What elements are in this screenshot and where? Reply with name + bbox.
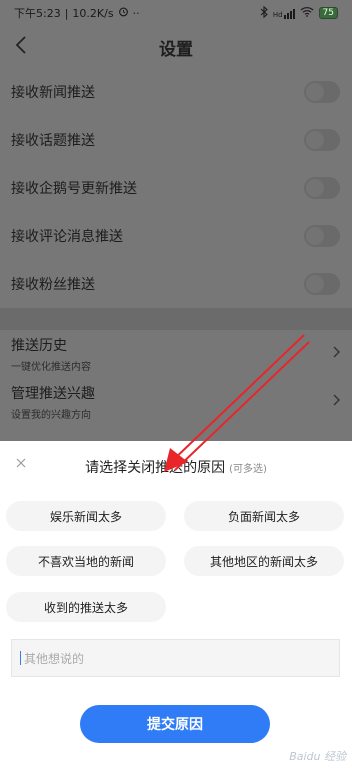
status-bar: 下午5:23 | 10.2K/s ·· Hd 75	[0, 0, 352, 26]
toggle-switch[interactable]	[304, 177, 340, 199]
close-push-reason-sheet: 请选择关闭推送的原因 (可多选) 娱乐新闻太多 负面新闻太多 不喜欢当地的新闻 其…	[0, 441, 352, 770]
alarm-icon	[118, 6, 129, 20]
chevron-right-icon	[332, 346, 340, 362]
sheet-title: 请选择关闭推送的原因 (可多选)	[0, 457, 352, 477]
sheet-title-text: 请选择关闭推送的原因	[85, 460, 226, 476]
settings-list: 接收新闻推送 接收话题推送 接收企鹅号更新推送 接收评论消息推送 接收粉丝推送 …	[0, 68, 352, 426]
submit-reason-button[interactable]: 提交原因	[80, 705, 270, 743]
nav-item-manage-interests[interactable]: 管理推送兴趣 设置我的兴趣方向	[0, 378, 352, 426]
setting-label: 接收粉丝推送	[11, 277, 95, 293]
bluetooth-icon	[260, 5, 268, 21]
toggle-switch[interactable]	[304, 129, 340, 151]
setting-label: 接收企鹅号更新推送	[11, 181, 137, 197]
battery-indicator: 75	[318, 7, 338, 19]
signal-label: Hd	[272, 10, 283, 19]
setting-row-news-push: 接收新闻推送	[0, 68, 352, 116]
toggle-switch[interactable]	[304, 81, 340, 103]
toggle-switch[interactable]	[304, 225, 340, 247]
reason-chip[interactable]: 其他地区的新闻太多	[184, 546, 344, 576]
setting-label: 接收话题推送	[11, 133, 95, 149]
status-dots: ··	[132, 6, 140, 20]
settings-header: 设置	[0, 26, 352, 68]
reason-chip[interactable]: 收到的推送太多	[6, 592, 166, 622]
status-divider: |	[64, 6, 69, 20]
section-divider	[0, 308, 352, 330]
page-title: 设置	[159, 39, 193, 60]
setting-row-topic-push: 接收话题推送	[0, 116, 352, 164]
text-caret	[20, 651, 21, 665]
nav-item-push-history[interactable]: 推送历史 一键优化推送内容	[0, 330, 352, 378]
nav-item-title: 推送历史	[11, 338, 67, 354]
toggle-switch[interactable]	[304, 273, 340, 295]
reason-chip[interactable]: 不喜欢当地的新闻	[6, 546, 166, 576]
setting-row-comment-push: 接收评论消息推送	[0, 212, 352, 260]
input-placeholder: 其他想说的	[24, 651, 85, 666]
multi-select-hint: (可多选)	[229, 464, 267, 475]
nav-item-subtitle: 设置我的兴趣方向	[11, 410, 91, 421]
reason-chip[interactable]: 娱乐新闻太多	[6, 501, 166, 531]
setting-row-penguin-push: 接收企鹅号更新推送	[0, 164, 352, 212]
reason-chip[interactable]: 负面新闻太多	[184, 501, 344, 531]
nav-item-title: 管理推送兴趣	[11, 386, 95, 402]
setting-label: 接收新闻推送	[11, 85, 95, 101]
wifi-icon	[300, 6, 314, 20]
setting-label: 接收评论消息推送	[11, 229, 123, 245]
status-time: 下午5:23	[14, 7, 61, 20]
network-speed: 10.2K/s	[72, 6, 114, 20]
signal-icon: Hd	[273, 8, 295, 19]
chevron-right-icon	[332, 394, 340, 410]
chevron-left-icon[interactable]	[14, 34, 36, 60]
nav-item-subtitle: 一键优化推送内容	[11, 362, 91, 373]
baidu-watermark: Baidu 经验	[289, 750, 346, 763]
other-feedback-input[interactable]: 其他想说的	[11, 639, 340, 677]
setting-row-fans-push: 接收粉丝推送	[0, 260, 352, 308]
